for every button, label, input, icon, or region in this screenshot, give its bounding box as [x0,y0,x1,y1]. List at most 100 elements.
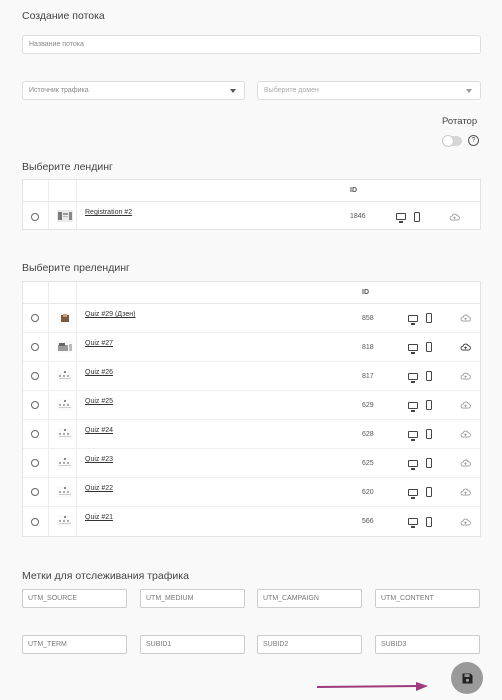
prelanding-thumbnail [57,399,73,411]
prelanding-radio[interactable] [31,314,39,322]
landing-devices [396,211,420,223]
subid2-field[interactable]: SUBID2 [257,635,362,654]
landing-radio[interactable] [31,212,39,221]
mobile-icon [426,458,432,468]
prelanding-thumbnail [57,457,73,469]
subid1-field[interactable]: SUBID1 [140,635,245,654]
chevron-down-icon [466,88,472,93]
prelanding-name[interactable]: Quiz #22 [85,485,113,492]
utm-term-field[interactable]: UTM_TERM [22,635,127,654]
prelanding-radio[interactable] [31,343,39,351]
traffic-source-placeholder: Источник трафика [29,87,89,94]
table-row[interactable]: Quiz #24 628 [23,420,480,449]
prelanding-name[interactable]: Quiz #24 [85,427,113,434]
prelanding-id: 620 [362,488,374,496]
prelanding-name[interactable]: Quiz #21 [85,514,113,521]
prelanding-radio[interactable] [31,488,39,496]
cloud-upload-icon[interactable] [460,372,471,380]
prelanding-radio[interactable] [31,372,39,380]
desktop-icon [408,459,418,470]
prelanding-id: 629 [362,401,374,409]
table-row[interactable]: Quiz #27 818 [23,333,480,362]
prelanding-thumbnail [57,486,73,498]
prelanding-id: 818 [362,343,374,351]
prelanding-devices [408,371,432,383]
prelanding-thumbnail [57,341,73,353]
question-circle-icon[interactable]: ? [468,135,479,146]
traffic-source-select[interactable]: Источник трафика [22,81,245,100]
landing-table-header: ID [23,180,480,202]
domain-placeholder: Выберите домен [264,87,319,94]
prelanding-devices [408,429,432,441]
rotator-toggle[interactable] [442,134,462,147]
table-row[interactable]: Quiz #23 625 [23,449,480,478]
mobile-icon [426,342,432,352]
subid3-field[interactable]: SUBID3 [375,635,480,654]
prelanding-radio[interactable] [31,401,39,409]
mobile-icon [426,429,432,439]
desktop-icon [408,314,418,325]
landing-section-title: Выберите лендинг [22,161,113,173]
desktop-icon [408,372,418,383]
save-button[interactable] [451,662,483,694]
create-stream-page: Создание потока Название потока Источник… [0,0,502,700]
cloud-upload-icon[interactable] [460,314,471,322]
prelanding-devices [408,458,432,470]
prelanding-id: 566 [362,518,374,525]
stream-name-input[interactable]: Название потока [22,35,481,54]
cloud-upload-icon[interactable] [460,459,471,467]
desktop-icon [408,430,418,441]
desktop-icon [408,401,418,412]
save-icon [462,673,472,683]
utm-medium-field[interactable]: UTM_MEDIUM [140,589,245,608]
prelanding-name[interactable]: Quiz #29 (Дзен) [85,311,136,318]
prelanding-id-header: ID [362,289,369,296]
cloud-upload-icon[interactable] [460,518,471,526]
cloud-upload-icon[interactable] [460,343,471,351]
prelanding-id: 817 [362,372,374,380]
landing-name[interactable]: Registration #2 [85,209,132,216]
cloud-upload-icon[interactable] [460,430,471,438]
prelanding-thumbnail [57,370,73,382]
prelanding-id: 625 [362,459,374,467]
table-row[interactable]: Registration #2 1846 [23,202,480,231]
mobile-icon [426,516,432,527]
cloud-upload-icon[interactable] [449,213,460,221]
table-row[interactable]: Quiz #22 620 [23,478,480,507]
table-row[interactable]: Quiz #25 629 [23,391,480,420]
prelanding-name[interactable]: Quiz #26 [85,369,113,376]
prelanding-table: ID Quiz #29 (Дзен) 858 Quiz #27 818 Quiz… [22,281,481,537]
desktop-icon [408,518,418,528]
cloud-upload-icon[interactable] [460,401,471,409]
prelanding-thumbnail [57,428,73,440]
prelanding-radio[interactable] [31,430,39,438]
table-row[interactable]: Quiz #29 (Дзен) 858 [23,304,480,333]
prelanding-devices [408,487,432,499]
landing-table: ID Registration #2 1846 [22,179,481,230]
mobile-icon [426,487,432,497]
prelanding-name[interactable]: Quiz #25 [85,398,113,405]
cloud-upload-icon[interactable] [460,488,471,496]
prelanding-radio[interactable] [31,517,39,526]
prelanding-name[interactable]: Quiz #23 [85,456,113,463]
chevron-down-icon [230,88,236,93]
table-row[interactable]: Quiz #21 566 [23,507,480,536]
prelanding-radio[interactable] [31,459,39,467]
prelanding-devices [408,516,432,528]
landing-id: 1846 [350,213,366,220]
utm-campaign-field[interactable]: UTM_CAMPAIGN [257,589,362,608]
prelanding-devices [408,342,432,354]
rotator-label: Ротатор [442,116,478,127]
desktop-icon [408,488,418,499]
prelanding-id: 858 [362,314,374,322]
utm-content-field[interactable]: UTM_CONTENT [375,589,480,608]
prelanding-table-header: ID [23,282,480,304]
prelanding-devices [408,400,432,412]
landing-id-header: ID [350,187,357,194]
utm-source-field[interactable]: UTM_SOURCE [22,589,127,608]
domain-select[interactable]: Выберите домен [257,81,481,100]
table-row[interactable]: Quiz #26 817 [23,362,480,391]
mobile-icon [426,313,432,323]
desktop-icon [408,343,418,354]
prelanding-name[interactable]: Quiz #27 [85,340,113,347]
